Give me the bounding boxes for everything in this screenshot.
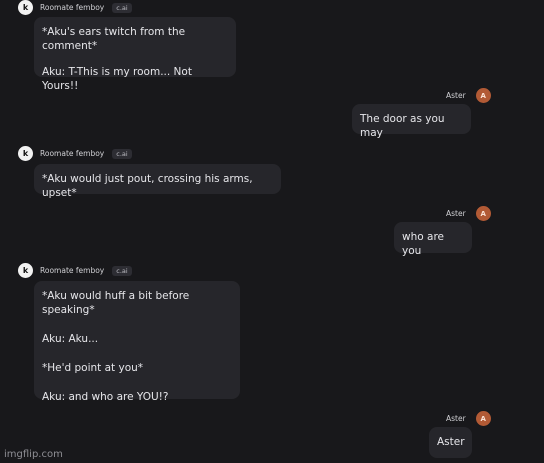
bot-header-2: k Roomate femboy c.ai (18, 146, 132, 161)
bot-name: Roomate femboy (40, 266, 105, 275)
bot-avatar[interactable]: k (18, 146, 33, 161)
bot-message-2: *Aku would just pout, crossing his arms,… (34, 164, 281, 199)
bot-tag: c.ai (112, 2, 132, 13)
user-name: Aster (446, 414, 466, 423)
bot-name: Roomate femboy (40, 3, 105, 12)
bot-tag: c.ai (112, 148, 132, 159)
bot-avatar[interactable]: k (18, 0, 33, 15)
user-avatar[interactable]: A (475, 411, 491, 426)
user-avatar[interactable]: A (475, 206, 491, 221)
bot-tag: c.ai (112, 265, 132, 276)
message-line: *He'd point at you* (42, 362, 144, 374)
user-message-2: who are you (394, 222, 472, 257)
message-text: Aster (437, 436, 465, 448)
bot-avatar[interactable]: k (18, 263, 33, 278)
user-header-3: Aster A (446, 411, 491, 426)
user-name: Aster (446, 209, 466, 218)
user-header-2: Aster A (446, 206, 491, 221)
message-line: Aku: T-This is my room... Not Yours!! (42, 66, 192, 92)
user-avatar[interactable]: A (475, 88, 491, 103)
user-name: Aster (446, 91, 466, 100)
bot-message-3: *Aku would huff a bit before speaking* A… (34, 281, 240, 403)
bot-header-3: k Roomate femboy c.ai (18, 263, 132, 278)
user-message-1: The door as you may (352, 104, 471, 139)
message-text: who are you (402, 231, 444, 257)
message-line: *Aku's ears twitch from the comment* (42, 26, 186, 52)
bot-header-1: k Roomate femboy c.ai (18, 0, 132, 15)
bot-name: Roomate femboy (40, 149, 105, 158)
message-line: Aku: and who are YOU!? (42, 391, 169, 403)
user-message-3: Aster (429, 427, 472, 458)
message-line: *Aku would huff a bit before speaking* (42, 290, 190, 316)
bot-message-1: *Aku's ears twitch from the comment* Aku… (34, 17, 236, 92)
message-line: *Aku would just pout, crossing his arms,… (42, 173, 253, 199)
imgflip-watermark: imgflip.com (4, 449, 63, 460)
message-line: Aku: Aku... (42, 333, 99, 345)
message-text: The door as you may (360, 113, 445, 139)
user-header-1: Aster A (446, 88, 491, 103)
